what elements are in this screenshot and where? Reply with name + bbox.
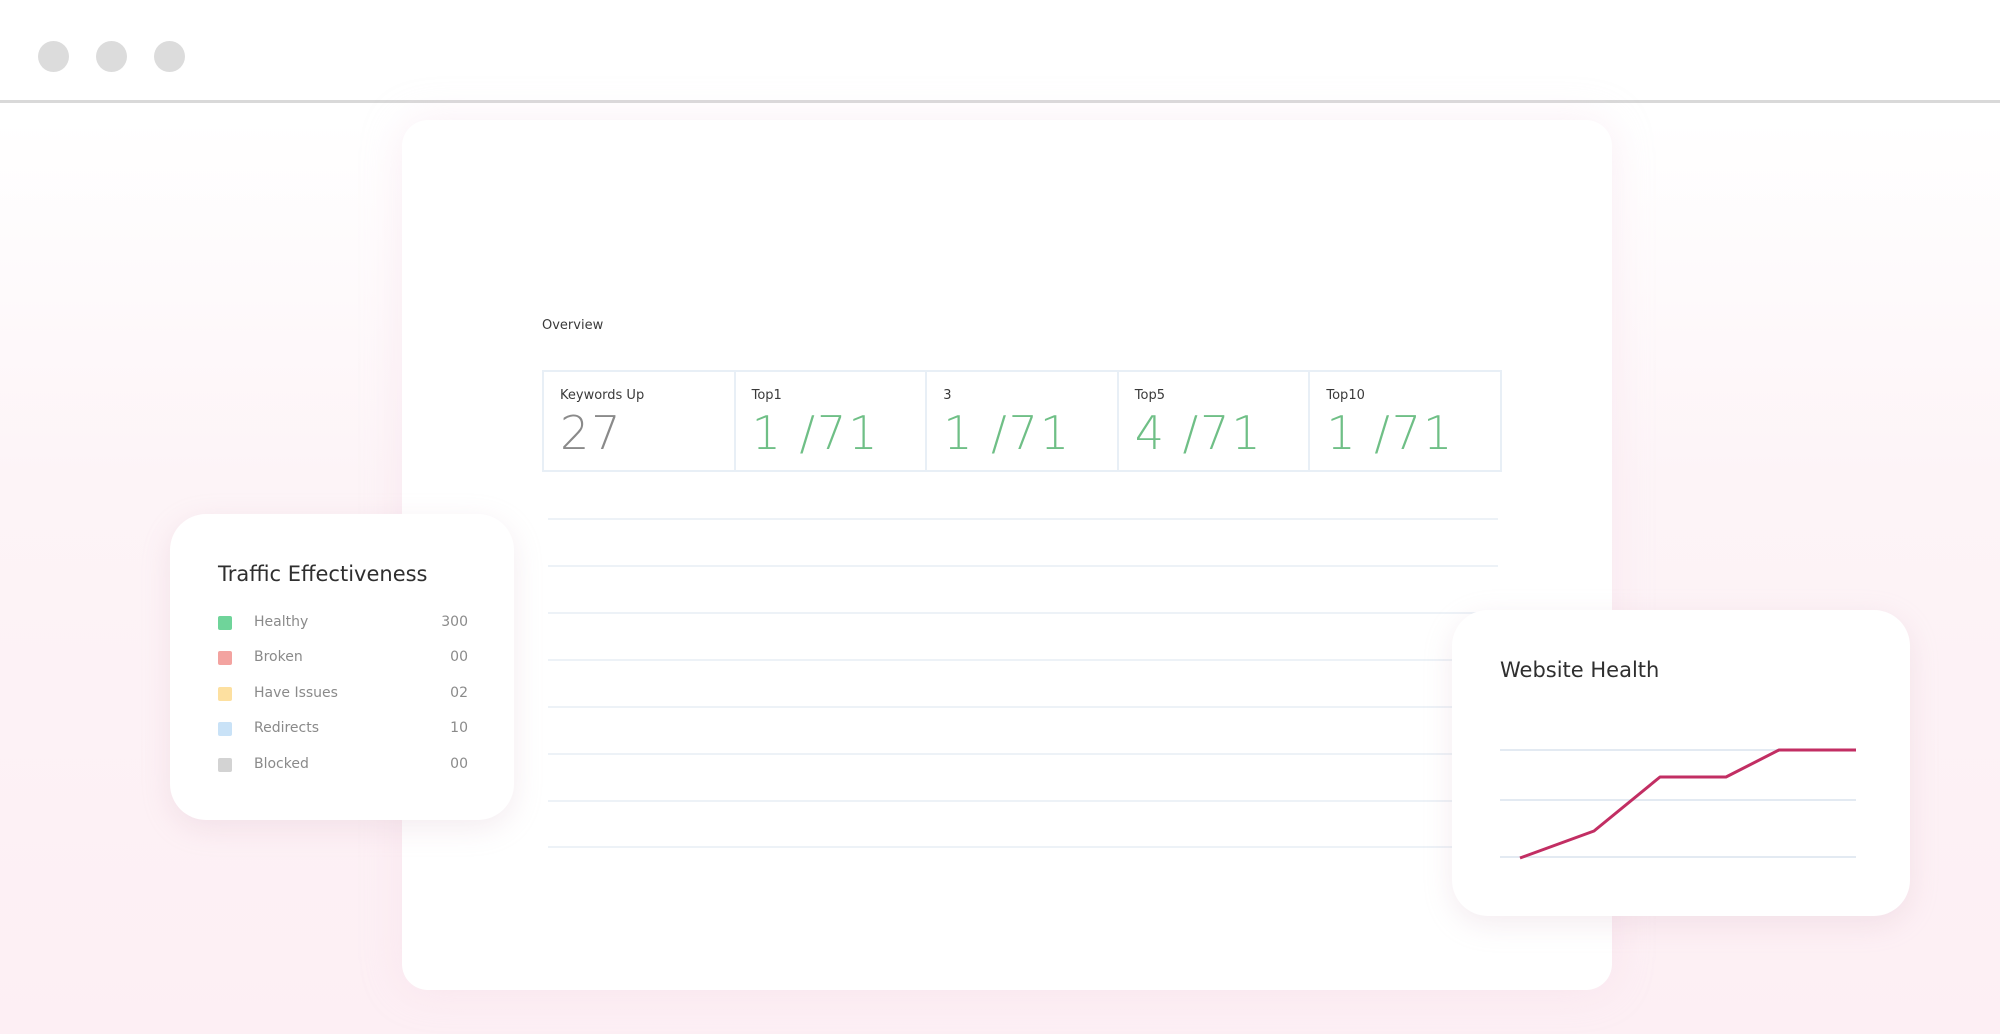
table-row (548, 612, 1498, 614)
stat-value: 1 /71 (943, 406, 1072, 460)
stat-top1: Top1 1 /71 (736, 372, 928, 470)
legend-item-blocked: Blocked 00 (218, 756, 468, 776)
legend-label: Healthy (254, 614, 309, 630)
table-row (548, 753, 1498, 755)
stat-value: 27 (560, 406, 623, 460)
legend-value: 300 (441, 614, 468, 630)
legend-value: 02 (450, 685, 468, 701)
legend-item-broken: Broken 00 (218, 649, 468, 669)
legend-value: 00 (450, 649, 468, 665)
close-window-button[interactable] (38, 41, 69, 72)
legend-label: Blocked (254, 756, 309, 772)
stat-value: 1 /71 (751, 406, 880, 460)
table-row (548, 659, 1498, 661)
stat-top10: Top10 1 /71 (1310, 372, 1500, 470)
stat-keywords-up: Keywords Up 27 (544, 372, 736, 470)
legend-value: 00 (450, 756, 468, 772)
table-row (548, 565, 1498, 567)
stat-label: Top10 (1326, 388, 1365, 403)
stat-label: Top1 (751, 388, 782, 403)
legend-item-have-issues: Have Issues 02 (218, 685, 468, 705)
legend-value: 10 (450, 720, 468, 736)
overview-heading: Overview (542, 318, 604, 333)
minimize-window-button[interactable] (96, 41, 127, 72)
traffic-effectiveness-card: Traffic Effectiveness Healthy 300 Broken… (170, 514, 514, 820)
legend-label: Broken (254, 649, 303, 665)
health-line (1519, 748, 1856, 860)
stat-label: Keywords Up (560, 388, 645, 403)
legend-swatch (218, 616, 232, 630)
legend-item-redirects: Redirects 10 (218, 720, 468, 740)
stat-value: 1 /71 (1326, 406, 1455, 460)
website-health-card: Website Health (1452, 610, 1910, 916)
legend-swatch (218, 651, 232, 665)
table-row (548, 800, 1498, 802)
dashboard-panel (402, 120, 1612, 990)
stat-top3: 3 1 /71 (927, 372, 1119, 470)
stat-label: 3 (943, 388, 952, 403)
legend-swatch (218, 722, 232, 736)
legend-swatch (218, 687, 232, 701)
stat-value: 4 /71 (1134, 406, 1263, 460)
website-health-chart (1500, 748, 1856, 860)
table-row (548, 846, 1498, 848)
legend-label: Have Issues (254, 685, 338, 701)
stat-label: Top5 (1134, 388, 1165, 403)
maximize-window-button[interactable] (154, 41, 185, 72)
stat-top5: Top5 4 /71 (1119, 372, 1311, 470)
card-title: Website Health (1500, 658, 1660, 682)
table-row (548, 706, 1498, 708)
legend-swatch (218, 758, 232, 772)
table-row (548, 518, 1498, 520)
stats-row: Keywords Up 27 Top1 1 /71 3 1 /71 Top5 4… (542, 370, 1502, 472)
card-title: Traffic Effectiveness (218, 562, 428, 586)
window-titlebar (0, 0, 2000, 103)
legend-label: Redirects (254, 720, 320, 736)
legend-item-healthy: Healthy 300 (218, 614, 468, 634)
